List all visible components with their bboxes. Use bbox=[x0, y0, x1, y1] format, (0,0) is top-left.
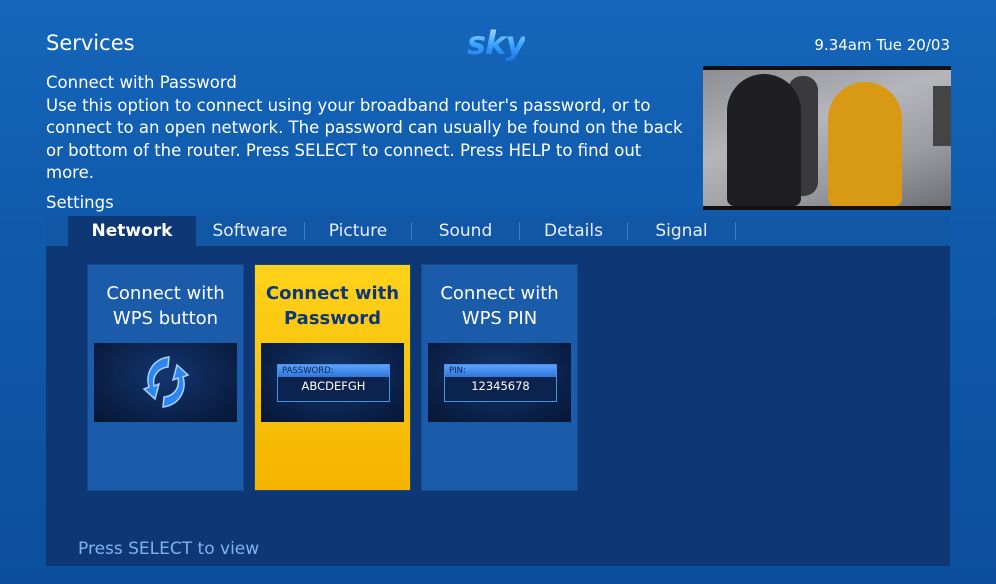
preview-figure bbox=[933, 86, 951, 146]
clock: 9.34am Tue 20/03 bbox=[814, 36, 950, 54]
card-image bbox=[94, 343, 237, 422]
tab-network[interactable]: Network bbox=[68, 216, 196, 246]
tab-separator bbox=[735, 222, 736, 240]
description-body: Use this option to connect using your br… bbox=[46, 95, 683, 183]
tab-details[interactable]: Details bbox=[520, 216, 627, 246]
select-hint: Press SELECT to view bbox=[78, 539, 260, 559]
description-title: Connect with Password bbox=[46, 73, 237, 92]
wps-pin-card[interactable]: Connect with WPS PIN PIN: 12345678 bbox=[422, 265, 577, 490]
settings-panel: Network Software Picture Sound Details S… bbox=[46, 216, 950, 566]
tab-bar: Network Software Picture Sound Details S… bbox=[46, 216, 950, 246]
tab-sound[interactable]: Sound bbox=[412, 216, 519, 246]
field-value: ABCDEFGH bbox=[301, 379, 366, 393]
page-title: Services bbox=[46, 31, 135, 55]
card-title-line: WPS button bbox=[112, 308, 219, 329]
pin-field-illustration: PIN: 12345678 bbox=[444, 364, 557, 402]
field-label: PASSWORD: bbox=[278, 365, 389, 377]
card-title: Connect with WPS button bbox=[88, 281, 243, 331]
wps-button-card[interactable]: Connect with WPS button bbox=[88, 265, 243, 490]
sky-logo: sky bbox=[467, 24, 526, 62]
tab-picture[interactable]: Picture bbox=[305, 216, 411, 246]
card-image: PASSWORD: ABCDEFGH bbox=[261, 343, 404, 422]
card-image: PIN: 12345678 bbox=[428, 343, 571, 422]
video-preview bbox=[703, 66, 951, 210]
settings-label: Settings bbox=[46, 193, 114, 212]
tab-software[interactable]: Software bbox=[196, 216, 304, 246]
card-title: Connect with Password bbox=[255, 281, 410, 331]
wps-icon bbox=[142, 356, 190, 408]
card-title-line: Connect with bbox=[106, 283, 225, 304]
card-title: Connect with WPS PIN bbox=[422, 281, 577, 331]
preview-figure bbox=[828, 82, 902, 206]
field-label: PIN: bbox=[445, 365, 556, 377]
field-value: 12345678 bbox=[471, 379, 530, 393]
preview-figure bbox=[727, 74, 801, 206]
card-title-line: Connect with bbox=[440, 283, 559, 304]
password-card[interactable]: Connect with Password PASSWORD: ABCDEFGH bbox=[255, 265, 410, 490]
password-field-illustration: PASSWORD: ABCDEFGH bbox=[277, 364, 390, 402]
card-title-line: WPS PIN bbox=[461, 308, 538, 329]
description: Connect with Password Use this option to… bbox=[46, 72, 686, 185]
tab-signal[interactable]: Signal bbox=[628, 216, 735, 246]
card-title-line: Password bbox=[283, 308, 382, 329]
card-title-line: Connect with bbox=[265, 283, 400, 304]
